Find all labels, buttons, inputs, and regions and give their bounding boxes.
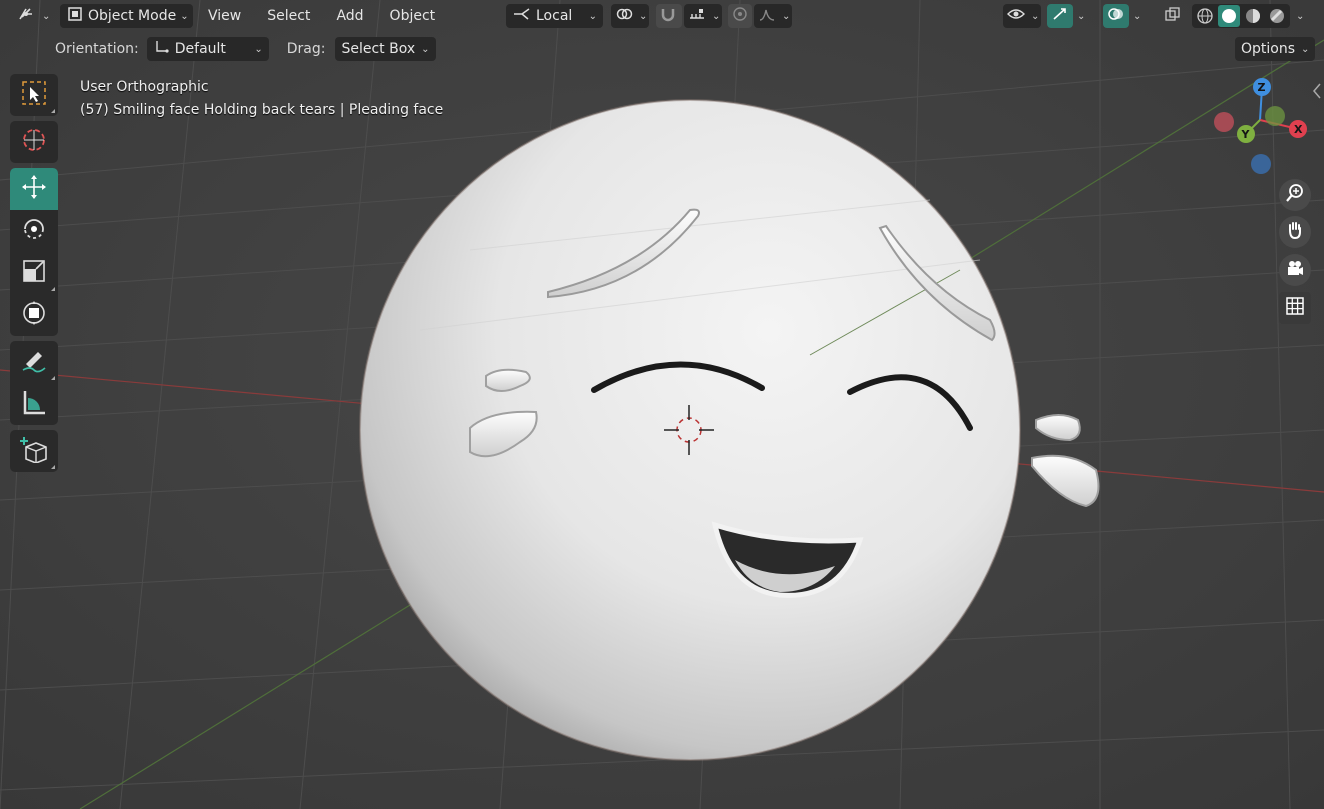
link-icon [615, 6, 633, 26]
gizmo-dropdown-chevron-icon[interactable]: ⌄ [1077, 11, 1085, 22]
chevron-down-icon: ⌄ [712, 10, 721, 22]
chevron-down-icon: ⌄ [639, 10, 648, 22]
options-dropdown[interactable]: Options ⌄ [1235, 37, 1316, 61]
grid-icon [1285, 296, 1305, 320]
xray-icon [1164, 6, 1182, 26]
gizmo-z-label: Z [1258, 81, 1266, 94]
overlays-icon [1107, 6, 1125, 26]
chevron-down-icon: ⌄ [588, 10, 597, 22]
pivot-point-dropdown[interactable]: ⌄ [611, 4, 649, 28]
orientation-dropdown[interactable]: Default ⌄ [146, 37, 269, 61]
view-name-label: User Orthographic [80, 79, 209, 95]
zoom-icon [1285, 183, 1305, 207]
falloff-curve-icon [758, 6, 776, 26]
camera-view-button[interactable] [1279, 254, 1311, 286]
object-mode-icon [66, 6, 84, 26]
emoji-sphere [360, 100, 1020, 760]
menu-object[interactable]: Object [383, 8, 443, 24]
tool-transform[interactable] [10, 294, 58, 336]
visibility-dropdown[interactable]: ⌄ [1003, 4, 1041, 28]
overlays-toggle[interactable] [1103, 4, 1129, 28]
gizmo-toggle[interactable] [1047, 4, 1073, 28]
tool-annotate[interactable] [10, 341, 58, 383]
xray-toggle[interactable] [1160, 4, 1186, 28]
orientation-gizmo-icon [153, 39, 171, 59]
menu-view[interactable]: View [201, 8, 248, 24]
tool-scale[interactable] [10, 252, 58, 294]
rotate-icon [20, 215, 48, 247]
editor-type-button[interactable]: ⌄ [12, 4, 54, 28]
tool-cursor[interactable] [10, 121, 58, 163]
menu-select[interactable]: Select [260, 8, 317, 24]
snap-toggle[interactable] [656, 4, 682, 28]
solid-shading-icon[interactable] [1218, 5, 1240, 27]
orientation-label: Orientation: [55, 41, 139, 57]
zoom-button[interactable] [1279, 179, 1311, 211]
orientation-value: Default [174, 41, 226, 57]
eye-icon [1007, 6, 1025, 26]
cursor-icon [20, 126, 48, 158]
transform-icon [20, 299, 48, 331]
chevron-down-icon: ⌄ [42, 10, 51, 22]
gizmo-icon [1051, 6, 1069, 26]
tool-shelf [10, 74, 58, 477]
chevron-down-icon: ⌄ [180, 10, 189, 22]
chevron-down-icon: ⌄ [421, 43, 430, 55]
chevron-down-icon: ⌄ [782, 10, 791, 22]
tool-rotate[interactable] [10, 210, 58, 252]
scale-icon [20, 257, 48, 289]
add-cube-icon [20, 435, 48, 467]
tool-move[interactable] [10, 168, 58, 210]
tool-select-box[interactable] [10, 74, 58, 116]
measure-icon [20, 388, 48, 420]
proportional-falloff-dropdown[interactable]: ⌄ [754, 4, 792, 28]
tool-add-cube[interactable] [10, 430, 58, 472]
orientation-axes-icon [512, 6, 532, 26]
tool-measure[interactable] [10, 383, 58, 425]
drag-label: Drag: [286, 41, 326, 57]
snap-increment-icon [688, 6, 706, 26]
gizmo-y-label: Y [1241, 128, 1251, 141]
hand-pan-icon [1285, 220, 1305, 244]
move-icon [20, 173, 48, 205]
perspective-toggle-button[interactable] [1279, 292, 1311, 324]
wireframe-shading-icon[interactable] [1194, 5, 1216, 27]
shading-mode-group [1192, 4, 1290, 28]
chevron-down-icon: ⌄ [1031, 10, 1040, 22]
pan-button[interactable] [1279, 216, 1311, 248]
gizmo-x-label: X [1294, 123, 1303, 136]
drag-dropdown[interactable]: Select Box ⌄ [335, 37, 436, 61]
mode-label: Object Mode [88, 8, 177, 24]
proportional-edit-icon [732, 6, 748, 26]
shading-dropdown-chevron-icon[interactable]: ⌄ [1296, 11, 1304, 22]
chevron-down-icon: ⌄ [254, 43, 263, 55]
camera-icon [1285, 258, 1305, 282]
transform-orientation-dropdown[interactable]: Local ⌄ [506, 4, 603, 28]
menu-add[interactable]: Add [329, 8, 370, 24]
chevron-down-icon: ⌄ [1301, 43, 1310, 55]
select-box-icon [20, 79, 48, 111]
rendered-shading-icon[interactable] [1266, 5, 1288, 27]
material-preview-shading-icon[interactable] [1242, 5, 1264, 27]
mode-dropdown[interactable]: Object Mode ⌄ [60, 4, 193, 28]
overlays-dropdown-chevron-icon[interactable]: ⌄ [1133, 11, 1141, 22]
editor-type-icon [16, 5, 36, 27]
proportional-edit-toggle[interactable] [728, 4, 752, 28]
transform-orientation-label: Local [536, 8, 573, 24]
drag-value: Select Box [341, 41, 416, 57]
annotate-icon [20, 346, 48, 378]
magnet-icon [660, 6, 676, 26]
snap-target-dropdown[interactable]: ⌄ [684, 4, 722, 28]
options-label: Options [1241, 41, 1296, 57]
object-info-label: (57) Smiling face Holding back tears | P… [80, 102, 444, 118]
